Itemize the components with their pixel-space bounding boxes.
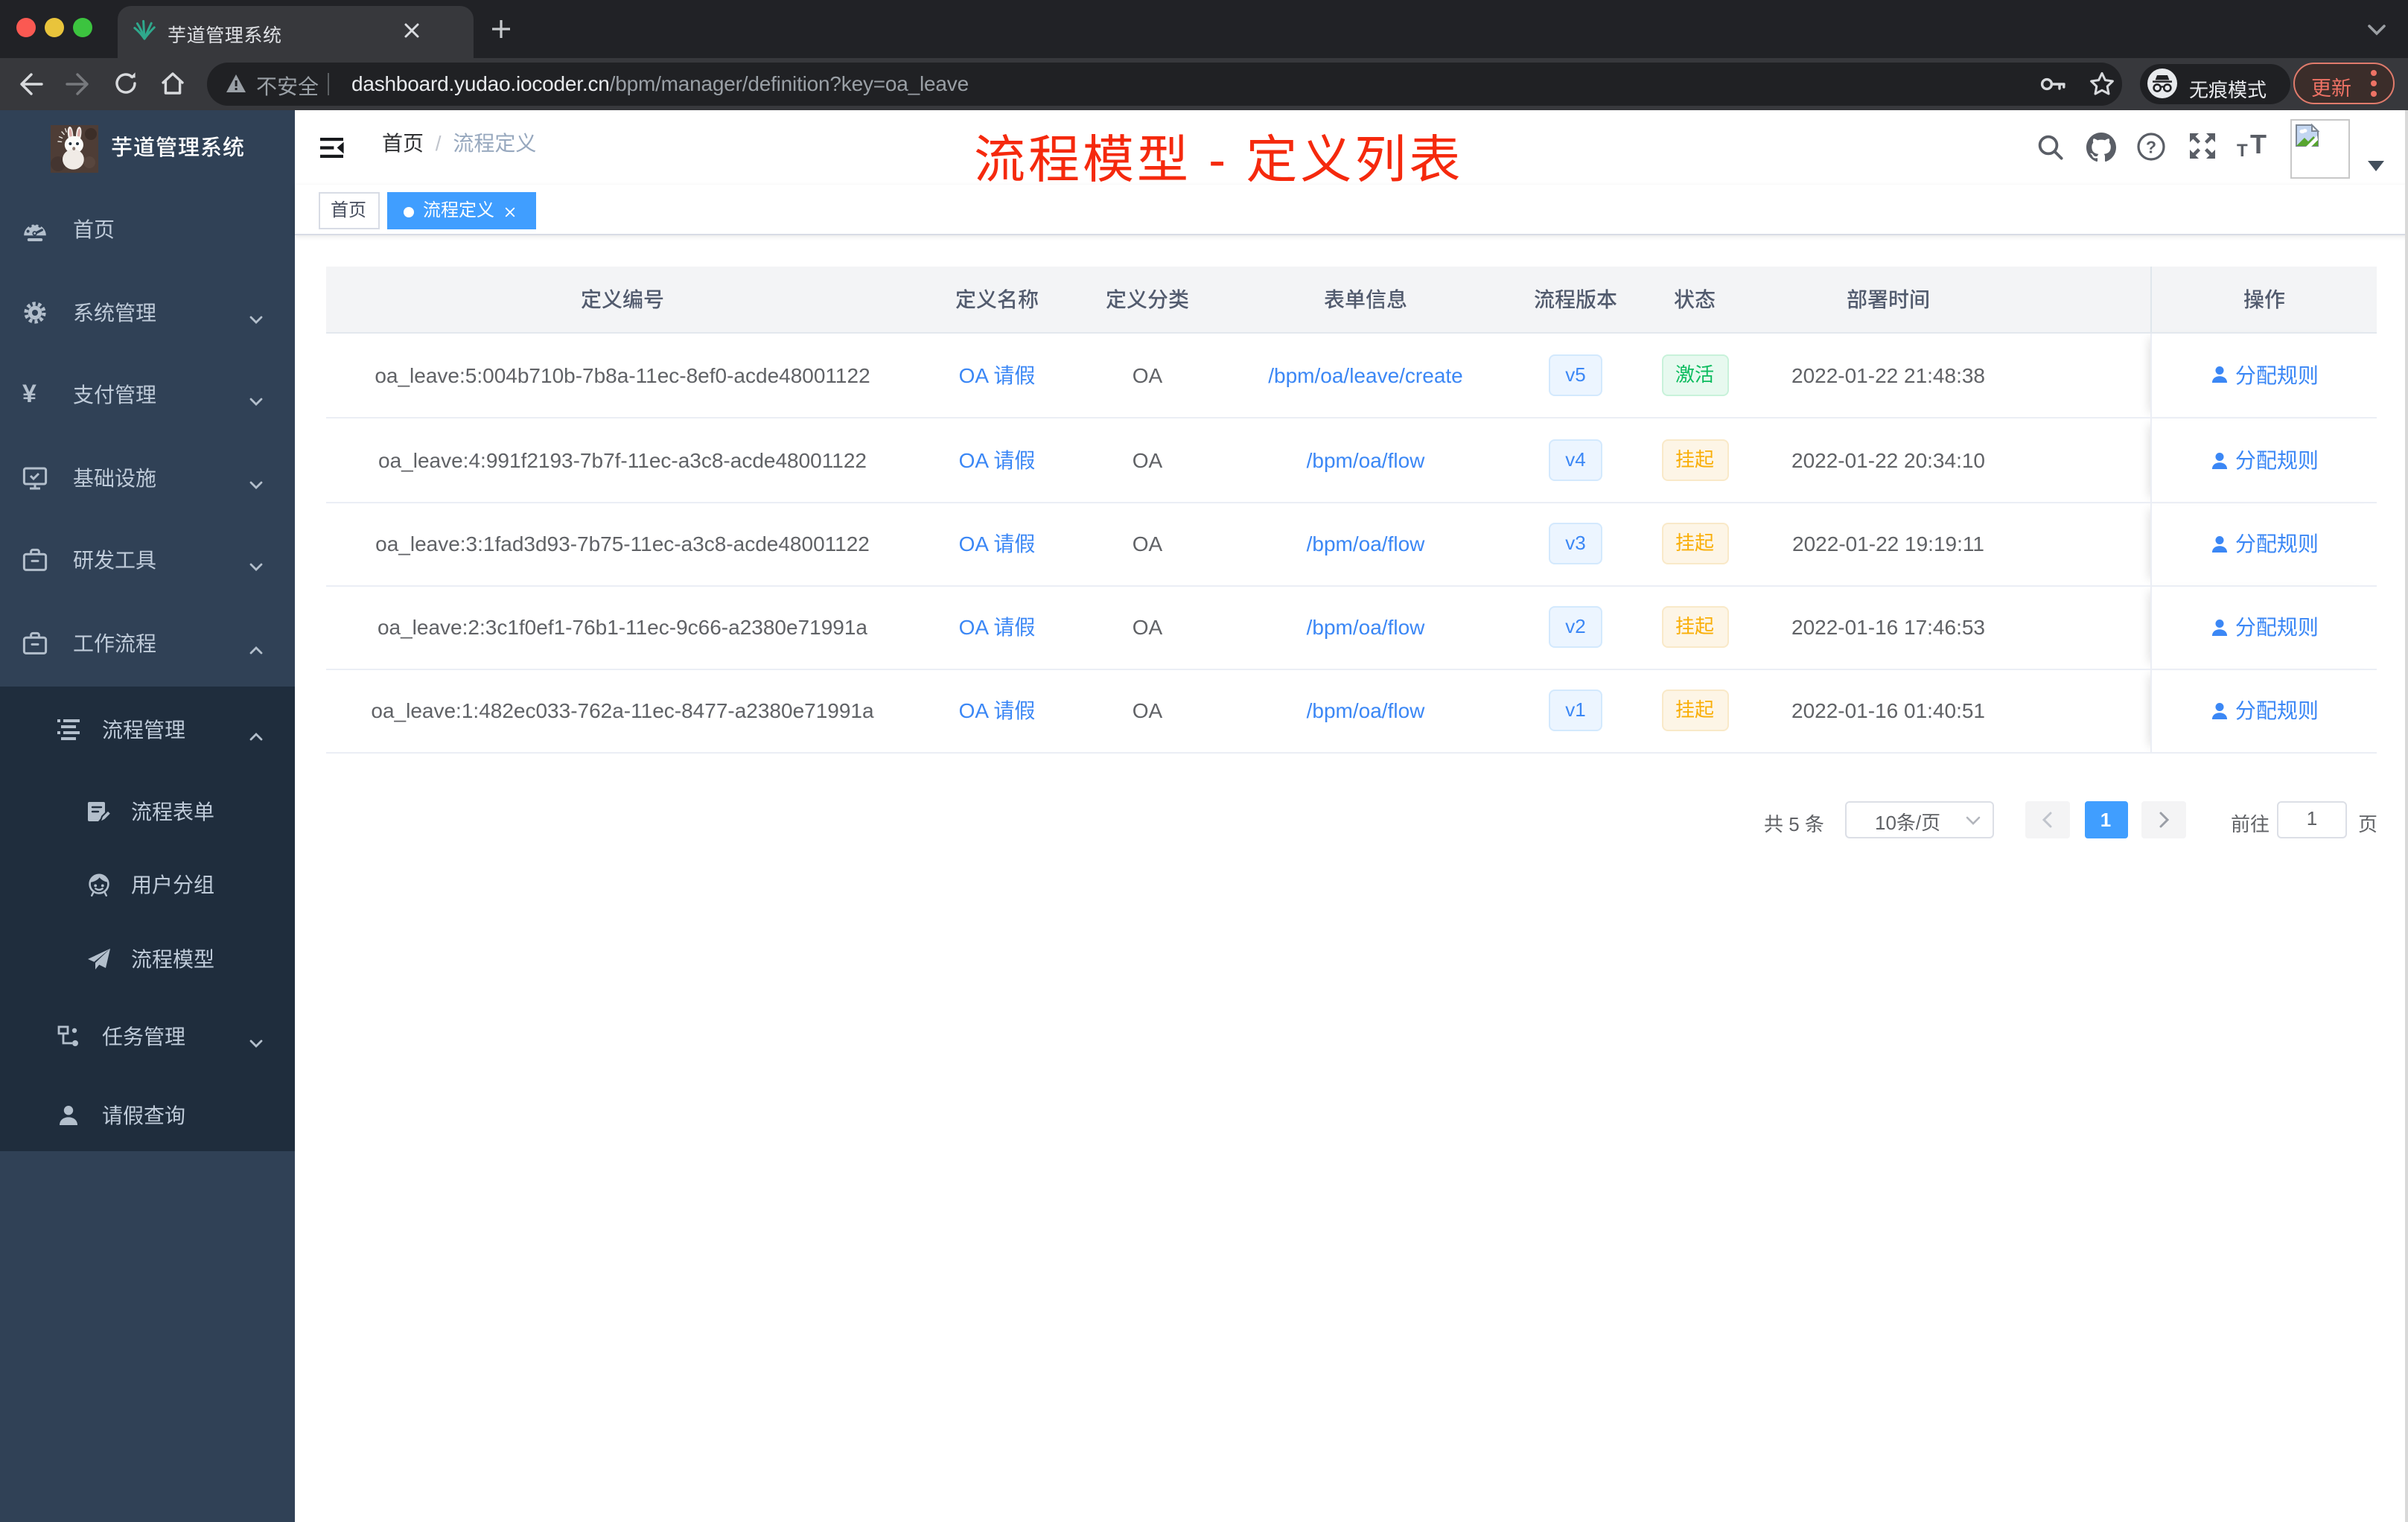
svg-text:?: ? — [2146, 137, 2156, 156]
